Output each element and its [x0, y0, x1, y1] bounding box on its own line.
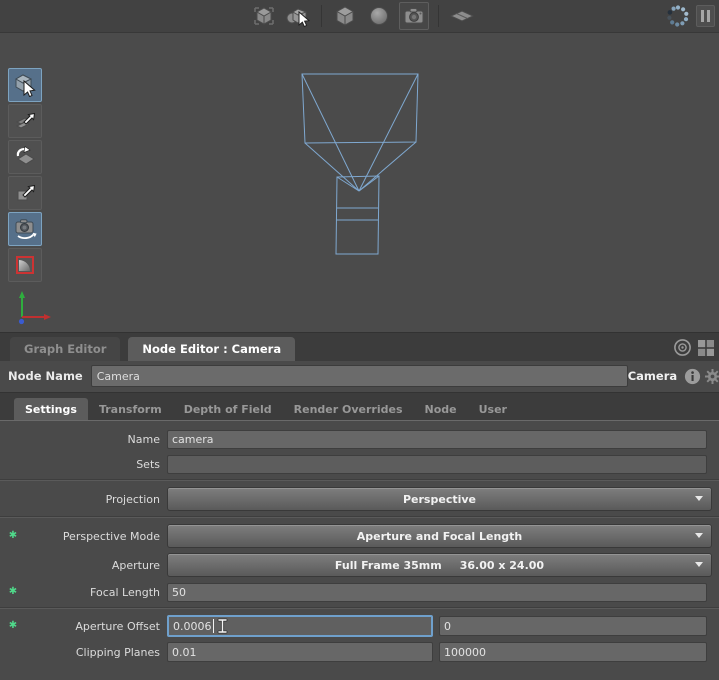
camera-wireframe [280, 61, 440, 261]
clipping-near-input[interactable] [167, 642, 433, 662]
perspective-mode-label: Perspective Mode [26, 530, 167, 543]
tool-render-region[interactable] [8, 248, 42, 282]
sets-input[interactable] [167, 455, 707, 474]
aperture-offset-label: Aperture Offset [26, 620, 167, 633]
node-name-input[interactable] [91, 365, 628, 387]
attribute-content: ✱ Name ✱ Sets ✱ Projection Perspective [0, 420, 719, 680]
toolbar-separator [321, 5, 322, 27]
attribute-tab-bar: Settings Transform Depth of Field Render… [0, 392, 719, 421]
row-projection: ✱ Projection Perspective [0, 487, 719, 511]
clipping-planes-label: Clipping Planes [26, 646, 167, 659]
camera-icon[interactable] [399, 2, 429, 30]
progress-spinner-icon [665, 3, 691, 29]
cube-brackets-icon[interactable] [250, 3, 278, 29]
info-icon[interactable] [684, 368, 701, 385]
cube-icon[interactable] [331, 3, 359, 29]
projection-dropdown[interactable]: Perspective [167, 487, 712, 511]
tool-translate[interactable] [8, 104, 42, 138]
clipping-far-input[interactable] [439, 642, 707, 662]
projection-value: Perspective [403, 493, 476, 506]
aperture-preset-value: Full Frame 35mm [335, 559, 442, 572]
node-name-label: Node Name [8, 369, 83, 383]
keyed-indicator: ✱ [0, 587, 26, 597]
tab-graph-editor[interactable]: Graph Editor [10, 337, 120, 361]
perspective-mode-value: Aperture and Focal Length [357, 530, 522, 543]
node-name-row: Node Name Camera [0, 361, 719, 391]
aperture-offset-y-input[interactable] [439, 616, 707, 636]
application-window: Graph Editor Node Editor : Camera Node N… [0, 0, 719, 680]
text-caret [213, 619, 214, 633]
target-icon[interactable] [672, 337, 693, 358]
focal-length-label: Focal Length [26, 586, 167, 599]
separator [0, 516, 719, 518]
tool-select[interactable] [8, 68, 42, 102]
ibeam-cursor-icon [217, 618, 228, 634]
row-name: ✱ Name [0, 429, 719, 449]
row-sets: ✱ Sets [0, 454, 719, 474]
row-aperture-offset: ✱ Aperture Offset [0, 615, 719, 637]
gear-icon[interactable] [704, 368, 719, 385]
tab-transform[interactable]: Transform [88, 398, 173, 421]
separator [0, 607, 719, 609]
layout-grid-icon[interactable] [697, 339, 715, 357]
chevron-down-icon [695, 562, 703, 567]
perspective-mode-dropdown[interactable]: Aperture and Focal Length [167, 524, 712, 548]
tab-node[interactable]: Node [414, 398, 468, 421]
pause-button[interactable] [696, 5, 715, 27]
separator [0, 479, 719, 481]
tab-render-overrides[interactable]: Render Overrides [283, 398, 414, 421]
object-cursor-icon[interactable] [284, 3, 312, 29]
focal-length-input[interactable] [167, 583, 707, 602]
toolbar-separator [438, 5, 439, 27]
tab-node-editor[interactable]: Node Editor : Camera [128, 337, 295, 361]
tool-scale[interactable] [8, 176, 42, 210]
axis-gizmo [6, 287, 54, 329]
row-perspective-mode: ✱ Perspective Mode Aperture and Focal Le… [0, 524, 719, 548]
projection-label: Projection [26, 493, 167, 506]
panel-tab-bar: Graph Editor Node Editor : Camera [0, 332, 719, 362]
node-editor-panel: Graph Editor Node Editor : Camera Node N… [0, 332, 719, 680]
chevron-down-icon [695, 533, 703, 538]
name-input[interactable] [167, 430, 707, 449]
aperture-size-value: 36.00 x 24.00 [460, 559, 544, 572]
keyed-indicator: ✱ [0, 621, 26, 631]
tab-settings[interactable]: Settings [14, 398, 88, 421]
tab-depth-of-field[interactable]: Depth of Field [173, 398, 283, 421]
aperture-dropdown[interactable]: Full Frame 35mm 36.00 x 24.00 [167, 553, 712, 577]
tab-user[interactable]: User [468, 398, 518, 421]
aperture-offset-x-input[interactable] [167, 615, 433, 637]
tool-camera[interactable] [8, 212, 42, 246]
sets-label: Sets [26, 458, 167, 471]
node-type-label: Camera [628, 369, 677, 383]
tool-column [8, 68, 42, 282]
row-aperture: ✱ Aperture Full Frame 35mm 36.00 x 24.00 [0, 553, 719, 577]
top-toolbar [0, 0, 719, 33]
tool-rotate[interactable] [8, 140, 42, 174]
keyed-indicator: ✱ [0, 531, 26, 541]
sphere-icon[interactable] [365, 3, 393, 29]
grid-plane-icon[interactable] [448, 3, 476, 29]
name-label: Name [26, 433, 167, 446]
viewport-3d[interactable] [0, 33, 719, 332]
aperture-label: Aperture [26, 559, 167, 572]
chevron-down-icon [695, 496, 703, 501]
row-clipping-planes: ✱ Clipping Planes [0, 642, 719, 662]
row-focal-length: ✱ Focal Length [0, 582, 719, 602]
